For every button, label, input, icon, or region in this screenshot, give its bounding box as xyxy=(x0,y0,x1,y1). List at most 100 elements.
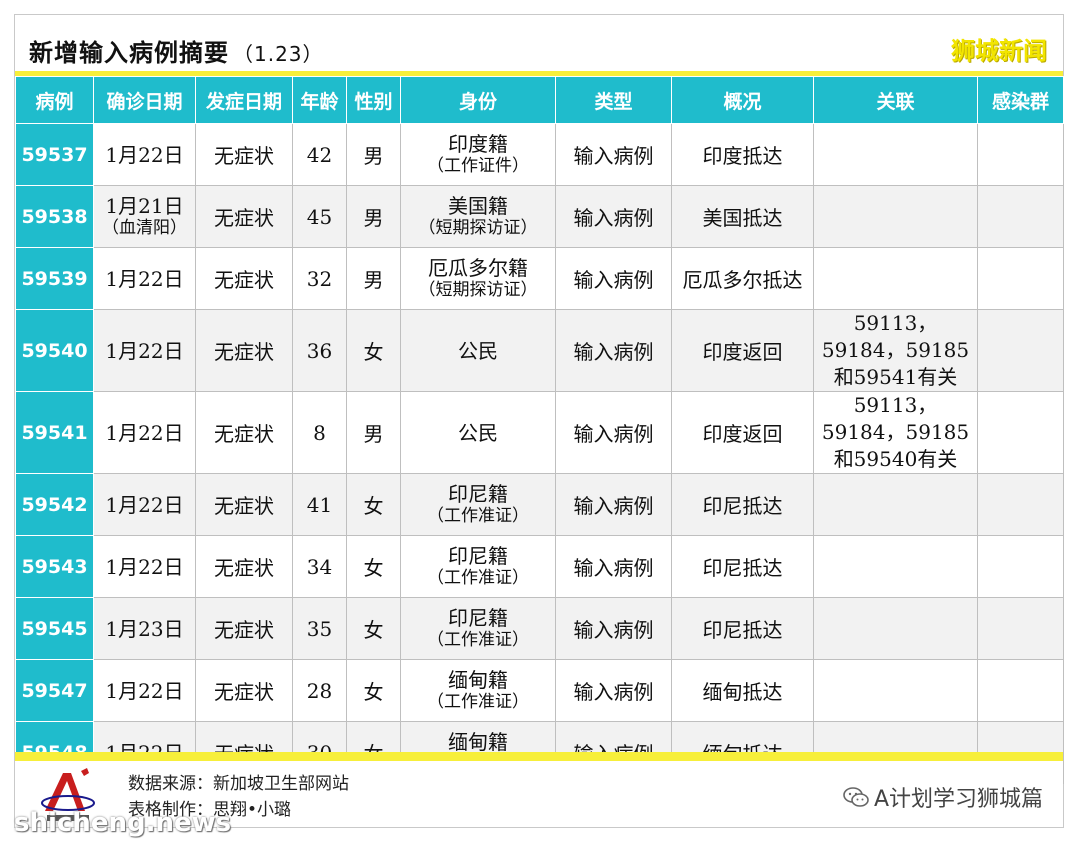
data-source-text: 数据来源：新加坡卫生部网站 xyxy=(128,774,349,794)
confirm-date-cell: 1月22日 xyxy=(93,391,196,474)
cluster-cell xyxy=(977,123,1064,186)
case-id: 59541 xyxy=(21,421,88,444)
cluster-cell xyxy=(977,247,1064,310)
identity: 公民 xyxy=(458,420,498,445)
case-type: 输入病例 xyxy=(573,618,654,642)
identity-note: （工作准证） xyxy=(427,692,529,712)
confirm-date-cell: 1月22日 xyxy=(93,659,196,722)
identity-note: （工作证件） xyxy=(427,156,529,176)
onset-cell: 无症状 xyxy=(195,309,293,392)
link: 59113，59184，59185和59541有关 xyxy=(821,311,970,389)
identity-cell: 印尼籍 （工作准证） xyxy=(400,473,556,536)
case-id: 59539 xyxy=(21,267,88,290)
confirm-date-cell: 1月22日 xyxy=(93,309,196,392)
wechat-account: A计划学习狮城篇 xyxy=(842,781,1043,813)
summary: 厄瓜多尔抵达 xyxy=(682,268,803,292)
cases-table: 病例 确诊日期 发症日期 年龄 性别 身份 类型 概况 关联 感染群 59537… xyxy=(15,76,1064,784)
link-cell xyxy=(813,473,978,536)
summary: 印尼抵达 xyxy=(702,556,783,580)
type-cell: 输入病例 xyxy=(555,597,672,660)
summary-cell: 印度返回 xyxy=(671,391,814,474)
case-id: 59538 xyxy=(21,205,88,228)
age-cell: 41 xyxy=(292,473,347,536)
onset: 无症状 xyxy=(214,494,274,518)
identity-note: （工作准证） xyxy=(427,506,529,526)
summary: 印度返回 xyxy=(702,340,783,364)
summary: 印度抵达 xyxy=(702,144,783,168)
table-row: 59537 1月22日 无症状 42 男印度籍 （工作证件） 输入病例 印度抵达 xyxy=(15,123,1064,186)
onset-cell: 无症状 xyxy=(195,247,293,310)
case-type: 输入病例 xyxy=(573,556,654,580)
sex-cell: 男 xyxy=(346,247,401,310)
sex-cell: 女 xyxy=(346,659,401,722)
cluster-cell xyxy=(977,535,1064,598)
confirm-note: （血清阳） xyxy=(102,218,187,238)
case-type: 输入病例 xyxy=(573,268,654,292)
sex-cell: 男 xyxy=(346,185,401,248)
summary-cell: 印度返回 xyxy=(671,309,814,392)
link-cell xyxy=(813,597,978,660)
onset: 无症状 xyxy=(214,556,274,580)
confirm-date: 1月22日 xyxy=(105,554,184,579)
sex: 女 xyxy=(363,494,384,518)
onset-cell: 无症状 xyxy=(195,391,293,474)
age-cell: 45 xyxy=(292,185,347,248)
cluster-cell xyxy=(977,185,1064,248)
type-cell: 输入病例 xyxy=(555,123,672,186)
sex: 男 xyxy=(363,422,384,446)
table-body: 59537 1月22日 无症状 42 男印度籍 （工作证件） 输入病例 印度抵达 59538 1月… xyxy=(15,123,1064,784)
onset: 无症状 xyxy=(214,268,274,292)
identity-cell: 公民 xyxy=(400,391,556,474)
age-cell: 28 xyxy=(292,659,347,722)
type-cell: 输入病例 xyxy=(555,659,672,722)
identity: 印尼籍 xyxy=(448,606,508,630)
identity-note: （工作准证） xyxy=(427,568,529,588)
link-cell xyxy=(813,185,978,248)
col-header-link: 关联 xyxy=(813,76,978,124)
summary-cell: 缅甸抵达 xyxy=(671,659,814,722)
identity-note: （短期探访证） xyxy=(418,280,538,300)
col-header-confirm-date: 确诊日期 xyxy=(93,76,196,124)
table-row: 59547 1月22日 无症状 28 女缅甸籍 （工作准证） 输入病例 缅甸抵达 xyxy=(15,659,1064,722)
sex-cell: 男 xyxy=(346,123,401,186)
case-id-cell: 59537 xyxy=(15,123,94,186)
link-cell xyxy=(813,247,978,310)
link-cell xyxy=(813,535,978,598)
link-cell xyxy=(813,123,978,186)
identity-note: （工作准证） xyxy=(427,630,529,650)
age: 41 xyxy=(306,492,333,517)
sex: 男 xyxy=(363,206,384,230)
case-id-cell: 59547 xyxy=(15,659,94,722)
page-title: 新增输入病例摘要 （1.23） xyxy=(29,39,324,67)
age: 45 xyxy=(306,204,333,229)
sex-cell: 女 xyxy=(346,597,401,660)
summary-cell: 印尼抵达 xyxy=(671,535,814,598)
case-id-cell: 59540 xyxy=(15,309,94,392)
identity-cell: 美国籍 （短期探访证） xyxy=(400,185,556,248)
age: 34 xyxy=(306,554,333,579)
col-header-onset-date: 发症日期 xyxy=(195,76,293,124)
summary-cell: 美国抵达 xyxy=(671,185,814,248)
link-cell: 59113，59184，59185和59540有关 xyxy=(813,391,978,474)
case-id: 59540 xyxy=(21,339,88,362)
age: 36 xyxy=(306,338,333,363)
case-id: 59537 xyxy=(21,143,88,166)
cluster-cell xyxy=(977,659,1064,722)
case-id: 59542 xyxy=(21,493,88,516)
confirm-date: 1月22日 xyxy=(105,678,184,703)
onset: 无症状 xyxy=(214,340,274,364)
identity: 印尼籍 xyxy=(448,482,508,506)
onset: 无症状 xyxy=(214,680,274,704)
age: 32 xyxy=(306,266,333,291)
identity-cell: 厄瓜多尔籍 （短期探访证） xyxy=(400,247,556,310)
title-bar: 新增输入病例摘要 （1.23） 狮城新闻 xyxy=(15,15,1063,73)
confirm-date: 1月22日 xyxy=(105,266,184,291)
col-header-type: 类型 xyxy=(555,76,672,124)
title-date: （1.23） xyxy=(233,42,324,66)
case-type: 输入病例 xyxy=(573,680,654,704)
case-id-cell: 59543 xyxy=(15,535,94,598)
identity: 美国籍 xyxy=(448,194,508,218)
cluster-cell xyxy=(977,473,1064,536)
summary-cell: 印尼抵达 xyxy=(671,473,814,536)
age-cell: 8 xyxy=(292,391,347,474)
